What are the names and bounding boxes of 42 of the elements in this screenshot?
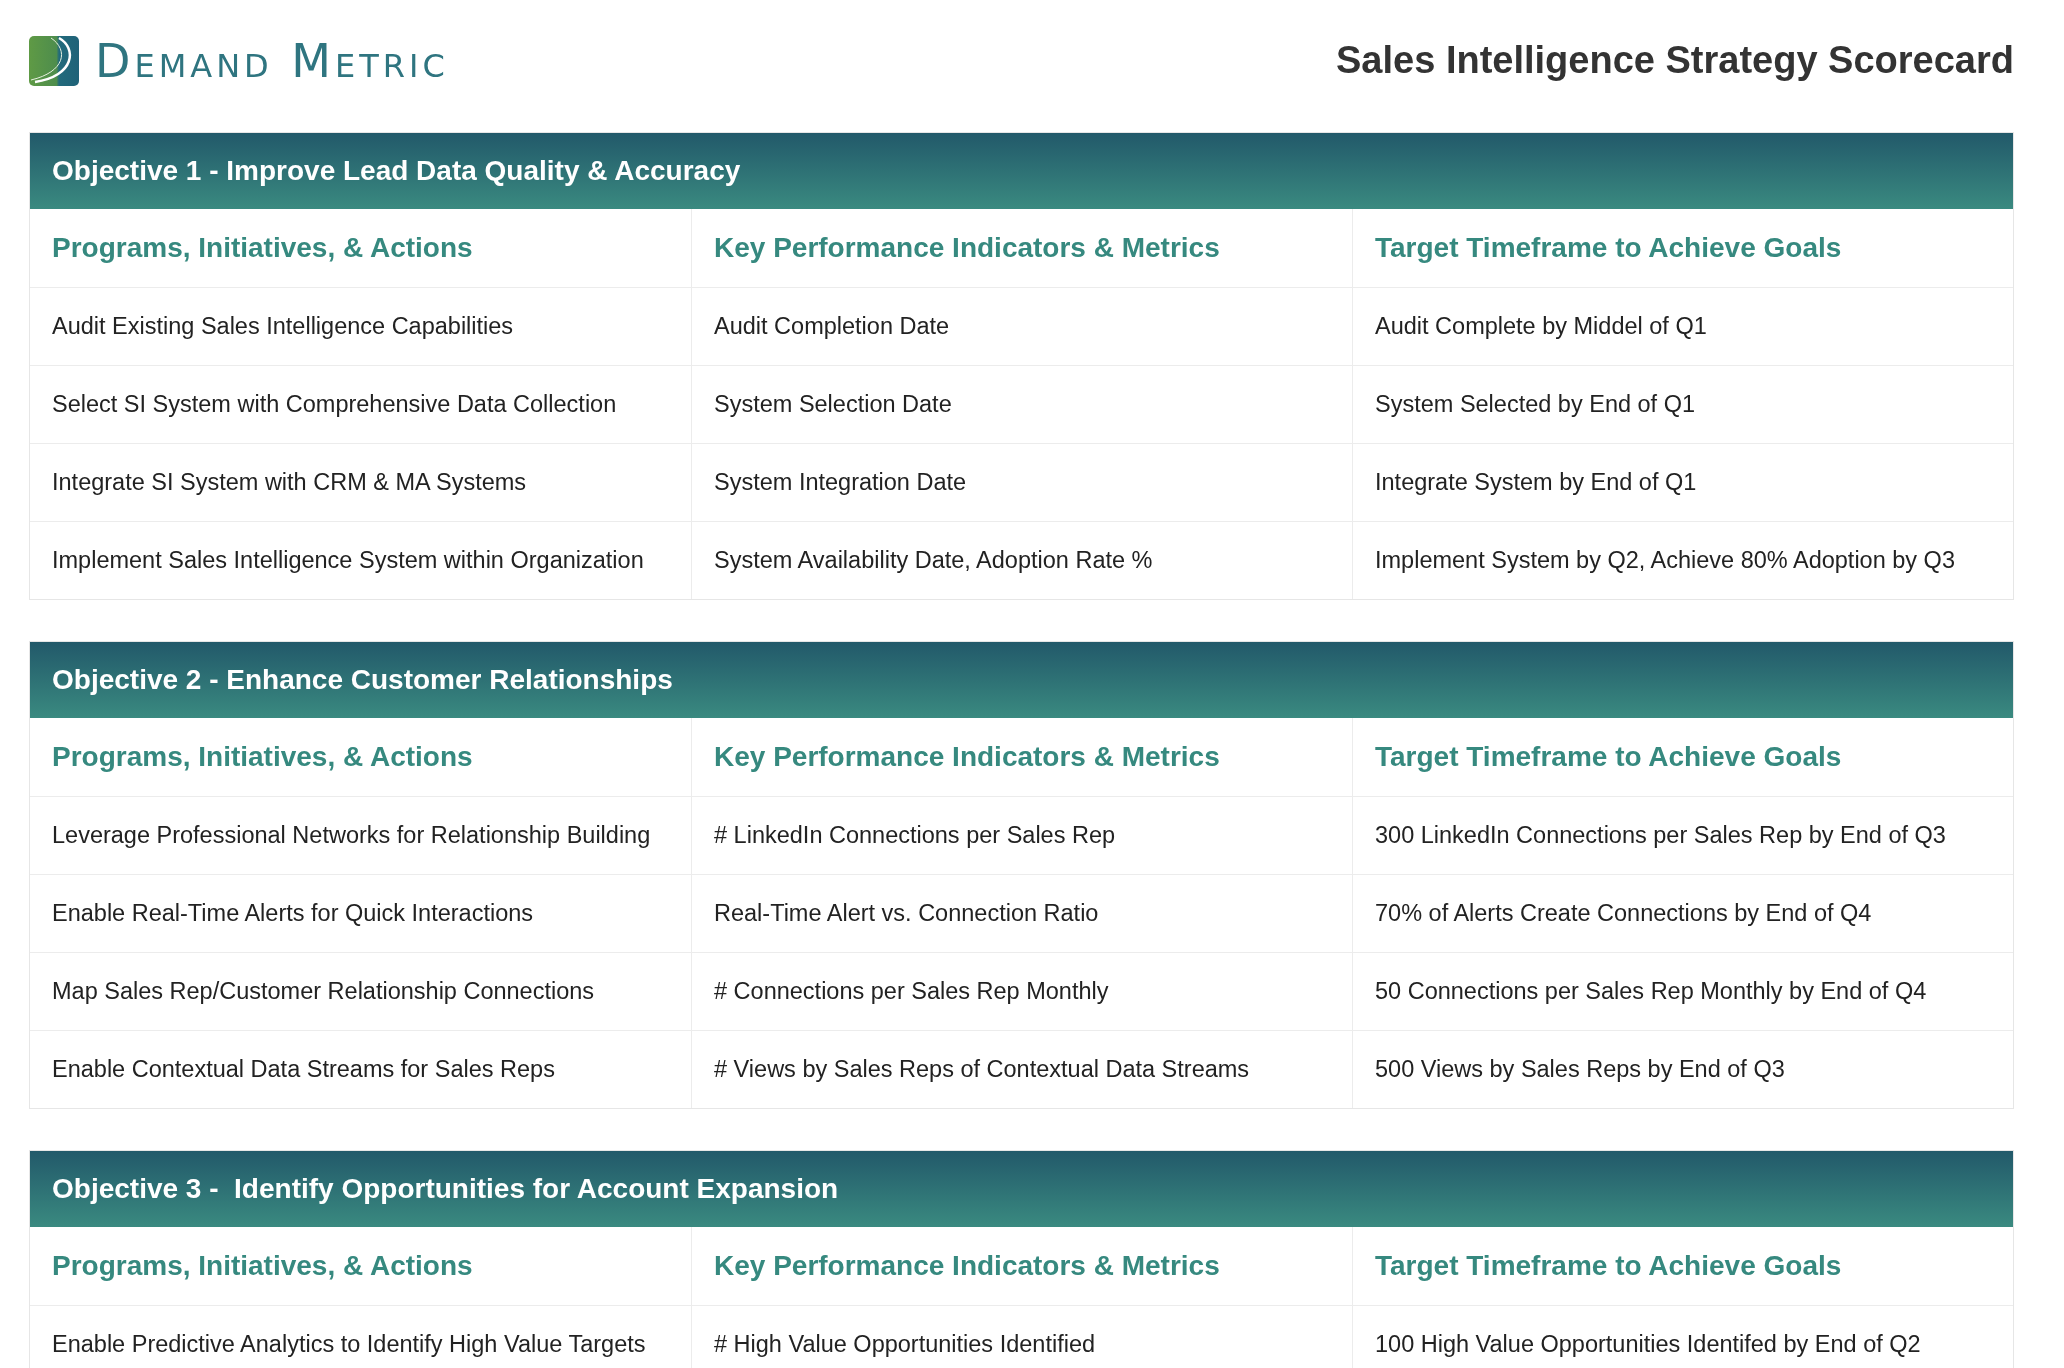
table-cell: System Availability Date, Adoption Rate % bbox=[691, 521, 1352, 599]
table-cell: Audit Existing Sales Intelligence Capabilities bbox=[30, 287, 691, 365]
column-header: Programs, Initiatives, & Actions bbox=[51, 231, 474, 265]
table-cell: # Connections per Sales Rep Monthly bbox=[691, 952, 1352, 1030]
page-title: Sales Intelligence Strategy Scorecard bbox=[1336, 38, 2014, 84]
table-cell: Audit Completion Date bbox=[691, 287, 1352, 365]
table-cell: 70% of Alerts Create Connections by End of Q4 bbox=[1352, 874, 2013, 952]
column-header: Programs, Initiatives, & Actions bbox=[51, 1249, 474, 1283]
table-cell: System Selected by End of Q1 bbox=[1352, 365, 2013, 443]
table-cell: 50 Connections per Sales Rep Monthly by End of Q4 bbox=[1352, 952, 2013, 1030]
table-cell: Audit Complete by Middel of Q1 bbox=[1352, 287, 2013, 365]
table-cell: Enable Real-Time Alerts for Quick Interactions bbox=[30, 874, 691, 952]
table-cell: Implement System by Q2, Achieve 80% Adoption by Q3 bbox=[1352, 521, 2013, 599]
column-header: Programs, Initiatives, & Actions bbox=[51, 740, 474, 774]
table-cell: # LinkedIn Connections per Sales Rep bbox=[691, 796, 1352, 874]
objective-header: Objective 1 - Improve Lead Data Quality & Accuracy bbox=[30, 133, 2013, 209]
table-cell: Real-Time Alert vs. Connection Ratio bbox=[691, 874, 1352, 952]
table-cell: System Selection Date bbox=[691, 365, 1352, 443]
column-header: Key Performance Indicators & Metrics bbox=[691, 718, 1352, 796]
objective-header: Objective 2 - Enhance Customer Relationships bbox=[30, 642, 2013, 718]
table-cell: Enable Predictive Analytics to Identify High Value Targets bbox=[30, 1305, 691, 1368]
column-header: Target Timeframe to Achieve Goals bbox=[1352, 209, 2013, 287]
table-cell: Enable Contextual Data Streams for Sales Reps bbox=[30, 1030, 691, 1108]
objective-header: Objective 3 - Identify Opportunities for Account Expansion bbox=[30, 1151, 2013, 1227]
table-cell: 500 Views by Sales Reps by End of Q3 bbox=[1352, 1030, 2013, 1108]
table-cell: # High Value Opportunities Identified bbox=[691, 1305, 1352, 1368]
table-cell: Leverage Professional Networks for Relationship Building bbox=[30, 796, 691, 874]
table-cell: Integrate SI System with CRM & MA Systems bbox=[30, 443, 691, 521]
table-cell: 100 High Value Opportunities Identifed by End of Q2 bbox=[1352, 1305, 2013, 1368]
table-cell: # Views by Sales Reps of Contextual Data Streams bbox=[691, 1030, 1352, 1108]
brand-name: Demand Metric bbox=[95, 38, 449, 84]
column-header: Target Timeframe to Achieve Goals bbox=[1352, 1227, 2013, 1305]
column-header: Key Performance Indicators & Metrics bbox=[691, 1227, 1352, 1305]
table-cell: Implement Sales Intelligence System within Organization bbox=[30, 521, 691, 599]
logo-icon bbox=[29, 36, 79, 86]
table-cell: Select SI System with Comprehensive Data Collection bbox=[30, 365, 691, 443]
table-cell: System Integration Date bbox=[691, 443, 1352, 521]
column-header: Key Performance Indicators & Metrics bbox=[691, 209, 1352, 287]
table-cell: Map Sales Rep/Customer Relationship Connections bbox=[30, 952, 691, 1030]
table-cell: Integrate System by End of Q1 bbox=[1352, 443, 2013, 521]
column-header: Target Timeframe to Achieve Goals bbox=[1352, 718, 2013, 796]
table-cell: 300 LinkedIn Connections per Sales Rep by End of Q3 bbox=[1352, 796, 2013, 874]
